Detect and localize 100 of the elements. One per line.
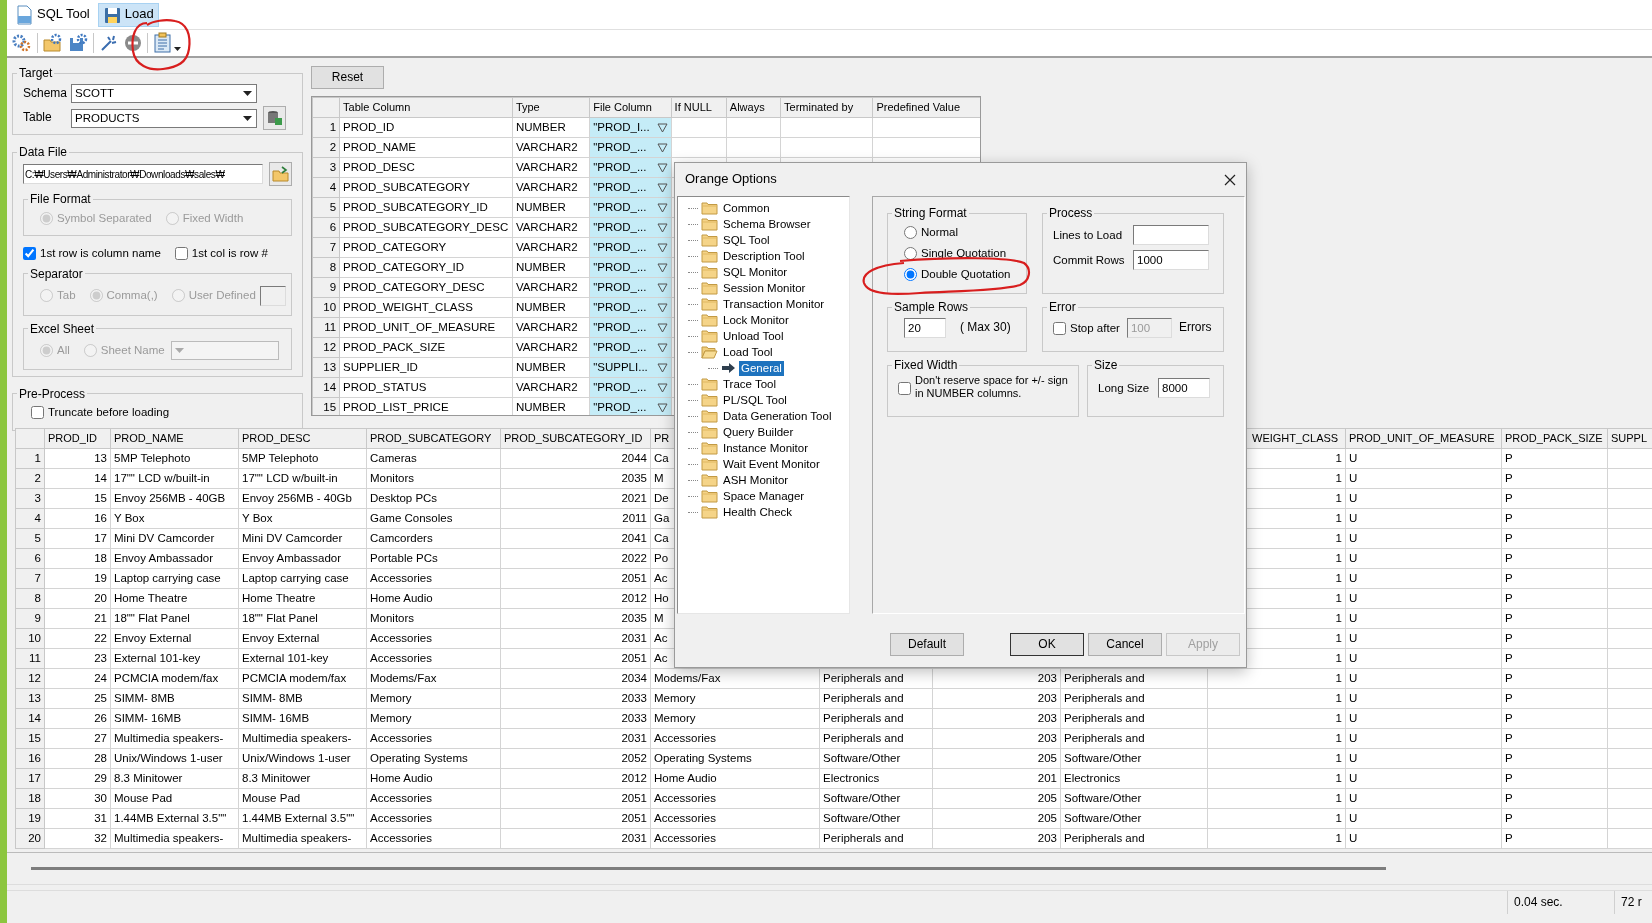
- tree-item[interactable]: Trace Tool: [721, 376, 779, 392]
- tree-item[interactable]: Session Monitor: [721, 280, 808, 296]
- tree-item[interactable]: Transaction Monitor: [721, 296, 827, 312]
- table-cell: 19: [44, 568, 111, 589]
- tree-item[interactable]: General: [739, 360, 784, 376]
- table-cell: PROD_ID: [339, 117, 513, 138]
- table-cell: Game Consoles: [366, 508, 501, 529]
- table-cell: Portable PCs: [366, 548, 501, 569]
- options-icon[interactable]: [153, 32, 183, 54]
- gears-icon[interactable]: [12, 33, 32, 53]
- row-number: 12: [15, 668, 45, 689]
- table-cell: 5MP Telephoto: [238, 448, 367, 469]
- tree-item[interactable]: Description Tool: [721, 248, 807, 264]
- table-cell: 8.3 Minitower: [110, 768, 239, 789]
- tree-item[interactable]: PL/SQL Tool: [721, 392, 789, 408]
- row-number: 6: [312, 217, 340, 238]
- table-cell: Peripherals and: [1060, 708, 1208, 729]
- tree-item[interactable]: ASH Monitor: [721, 472, 791, 488]
- tab[interactable]: SQL Tool: [10, 2, 95, 27]
- table-cell: VARCHAR2: [512, 277, 590, 298]
- table-cell: Electronics: [819, 768, 933, 789]
- field-label: Commit Rows: [1053, 252, 1126, 268]
- table-dropdown[interactable]: PRODUCTS: [71, 108, 257, 128]
- table-cell: P: [1501, 588, 1608, 609]
- table-cell: 32: [44, 828, 111, 849]
- input-field[interactable]: 1000: [1133, 250, 1209, 270]
- input-field[interactable]: 8000: [1158, 378, 1210, 398]
- radio-button[interactable]: [904, 225, 917, 239]
- table-cell: 1: [1207, 828, 1346, 849]
- table-cell: 2012: [500, 768, 651, 789]
- tree-item[interactable]: Space Manager: [721, 488, 807, 504]
- table-cell: Accessories: [366, 628, 501, 649]
- input-field[interactable]: 20: [904, 318, 946, 338]
- group-title: Process: [1049, 206, 1093, 220]
- stop-icon[interactable]: [124, 34, 142, 52]
- file-path-field[interactable]: C:₩Users₩Administrator₩Downloads₩sales₩: [23, 164, 263, 184]
- input-field[interactable]: [1133, 225, 1209, 245]
- table-cell: 1: [1207, 768, 1346, 789]
- radio-button[interactable]: [904, 246, 917, 260]
- table-cell: Memory: [366, 688, 501, 709]
- table-cell: 2011: [500, 508, 651, 529]
- table-cell: PROD_DESC: [339, 157, 513, 178]
- column-header: Table Column: [339, 97, 513, 118]
- tree-item[interactable]: Schema Browser: [721, 216, 813, 232]
- table-cell: Accessories: [650, 788, 820, 809]
- table-cell: P: [1501, 568, 1608, 589]
- table-cell: Peripherals and: [1060, 688, 1208, 709]
- table-cell: 18"" Flat Panel: [238, 608, 367, 629]
- tree-item[interactable]: Common: [721, 200, 772, 216]
- tree-item[interactable]: Load Tool: [721, 344, 775, 360]
- reset-button[interactable]: Reset: [311, 66, 384, 89]
- table-cell: 2035: [500, 468, 651, 489]
- dialog-button[interactable]: OK: [1010, 633, 1084, 656]
- table-cell: Accessories: [366, 568, 501, 589]
- tree-item[interactable]: SQL Tool: [721, 232, 772, 248]
- table-cell: P: [1501, 488, 1608, 509]
- table-cell: Unix/Windows 1-user: [238, 748, 367, 769]
- table-cell: Memory: [650, 708, 820, 729]
- table-cell: P: [1501, 628, 1608, 649]
- scrollbar-thumb[interactable]: [31, 867, 1386, 870]
- table-cell: NUMBER: [512, 257, 590, 278]
- table-cell: P: [1501, 768, 1608, 789]
- checkbox[interactable]: [1053, 321, 1066, 335]
- disk-gear-icon[interactable]: [68, 33, 88, 53]
- tree-item[interactable]: Unload Tool: [721, 328, 786, 344]
- checkbox[interactable]: [23, 246, 36, 260]
- tree-item[interactable]: Lock Monitor: [721, 312, 791, 328]
- table-cell: 205: [932, 788, 1061, 809]
- table-cell: 20: [44, 588, 111, 609]
- radio-button[interactable]: [904, 267, 917, 281]
- table-cell: Modems/Fax: [366, 668, 501, 689]
- folder-gear-icon[interactable]: [43, 33, 63, 53]
- checkbox[interactable]: [898, 382, 911, 395]
- tab[interactable]: Load: [97, 2, 159, 27]
- wand-icon[interactable]: [99, 33, 119, 53]
- tree-item[interactable]: SQL Monitor: [721, 264, 790, 280]
- table-cell: Accessories: [650, 728, 820, 749]
- table-cell: 2051: [500, 568, 651, 589]
- table-cell: Software/Other: [819, 788, 933, 809]
- schema-dropdown[interactable]: SCOTT: [71, 84, 257, 103]
- table-cell: 2033: [500, 688, 651, 709]
- table-refresh-icon[interactable]: [263, 106, 286, 130]
- table-cell: 2031: [500, 828, 651, 849]
- dialog-button[interactable]: Cancel: [1088, 633, 1162, 656]
- table-cell: U: [1345, 488, 1502, 509]
- checkbox[interactable]: [31, 405, 44, 419]
- group-title: Size: [1094, 358, 1118, 372]
- dropdown-arrow-icon: [174, 347, 184, 353]
- checkbox[interactable]: [174, 246, 188, 260]
- table-cell: P: [1501, 508, 1608, 529]
- dialog-button[interactable]: Default: [890, 633, 964, 656]
- table-cell: P: [1501, 808, 1608, 829]
- group-title: File Format: [30, 192, 91, 206]
- table-cell: U: [1345, 768, 1502, 789]
- table-cell: VARCHAR2: [512, 177, 590, 198]
- checkbox-label: Don't reserve space for +/- sign in NUMBER columns.: [915, 374, 1068, 400]
- table-cell: P: [1501, 528, 1608, 549]
- open-folder-icon[interactable]: [269, 162, 292, 186]
- table-cell: Home Theatre: [110, 588, 239, 609]
- tree-item[interactable]: Data Generation Tool: [721, 408, 834, 424]
